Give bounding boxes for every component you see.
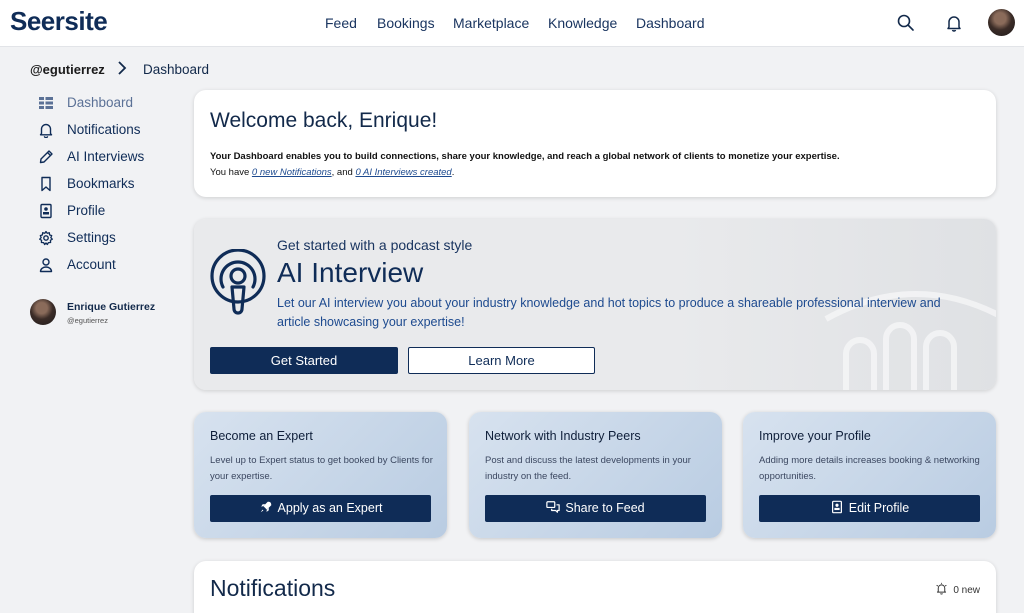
- ai-interview-card: Get started with a podcast style AI Inte…: [194, 219, 996, 390]
- sidebar-item-label: Profile: [67, 203, 106, 218]
- podcast-icon: [210, 249, 266, 315]
- bookmark-icon: [41, 176, 51, 192]
- sidebar-item-label: Bookmarks: [67, 176, 135, 191]
- sidebar-item-label: Dashboard: [67, 95, 134, 110]
- get-started-button[interactable]: Get Started: [210, 347, 398, 374]
- sidebar-item-dashboard[interactable]: Dashboard: [38, 93, 178, 113]
- notifications-link[interactable]: 0 new Notifications: [252, 167, 332, 178]
- sidebar-avatar[interactable]: [30, 299, 56, 325]
- chevron-right-icon: [118, 61, 127, 75]
- profile-card-icon: [831, 500, 842, 514]
- edit-profile-button[interactable]: Edit Profile: [759, 495, 980, 522]
- sidebar-item-label: Account: [67, 257, 116, 272]
- improve-profile-card: Improve your Profile Adding more details…: [743, 412, 996, 538]
- card-text: Adding more details increases booking & …: [759, 455, 980, 482]
- gear-icon: [39, 230, 53, 246]
- summary-text: , and: [331, 167, 356, 178]
- rocket-icon: [260, 501, 271, 513]
- notifications-count-label: 0 new: [953, 585, 980, 596]
- podcast-description: Let our AI interview you about your indu…: [277, 296, 941, 329]
- nav-bookings[interactable]: Bookings: [377, 15, 435, 31]
- card-text: Level up to Expert status to get booked …: [210, 455, 433, 482]
- summary-text: You have: [210, 167, 252, 178]
- avatar[interactable]: [988, 9, 1015, 36]
- breadcrumb-user[interactable]: @egutierrez: [30, 62, 105, 77]
- summary-text: .: [451, 167, 455, 178]
- nav-dashboard[interactable]: Dashboard: [636, 15, 705, 31]
- podcast-kicker: Get started with a podcast style: [277, 237, 473, 253]
- network-peers-card: Network with Industry Peers Post and dis…: [469, 412, 722, 538]
- podcast-title: AI Interview: [277, 257, 424, 288]
- notifications-card: Notifications 0 new: [194, 561, 996, 613]
- nav-knowledge[interactable]: Knowledge: [548, 15, 617, 31]
- bell-icon: [39, 123, 53, 138]
- sidebar-item-label: AI Interviews: [67, 149, 145, 164]
- button-label: Share to Feed: [565, 501, 645, 515]
- welcome-description: Your Dashboard enables you to build conn…: [210, 151, 840, 162]
- apply-expert-button[interactable]: Apply as an Expert: [210, 495, 431, 522]
- sidebar-item-bookmarks[interactable]: Bookmarks: [38, 174, 178, 194]
- notifications-count: 0 new: [935, 582, 980, 596]
- sidebar-item-label: Notifications: [67, 122, 141, 137]
- logo[interactable]: Seersite: [10, 6, 108, 37]
- search-icon[interactable]: [896, 13, 916, 33]
- bell-ring-icon: [936, 582, 947, 595]
- become-expert-card: Become an Expert Level up to Expert stat…: [194, 412, 447, 538]
- share-to-feed-button[interactable]: Share to Feed: [485, 495, 706, 522]
- sidebar-item-account[interactable]: Account: [38, 255, 178, 275]
- user-icon: [39, 258, 53, 273]
- card-text: Post and discuss the latest developments…: [485, 455, 691, 482]
- sidebar-item-profile[interactable]: Profile: [38, 201, 178, 221]
- nav-marketplace[interactable]: Marketplace: [453, 15, 529, 31]
- sidebar-user-handle: @egutierrez: [67, 316, 108, 325]
- sidebar-user-name[interactable]: Enrique Gutierrez: [67, 301, 155, 313]
- bell-icon[interactable]: [944, 13, 964, 33]
- button-label: Apply as an Expert: [277, 501, 383, 515]
- card-title: Network with Industry Peers: [485, 429, 641, 443]
- card-title: Improve your Profile: [759, 429, 871, 443]
- breadcrumb-page: Dashboard: [143, 62, 210, 77]
- sidebar-item-notifications[interactable]: Notifications: [38, 120, 178, 140]
- sidebar-item-ai-interviews[interactable]: AI Interviews: [38, 147, 178, 167]
- dashboard-icon: [39, 97, 53, 109]
- welcome-summary: You have 0 new Notifications, and 0 AI I…: [210, 167, 454, 178]
- notifications-title: Notifications: [210, 575, 336, 601]
- welcome-card: Welcome back, Enrique! Your Dashboard en…: [194, 90, 996, 197]
- sidebar-item-label: Settings: [67, 230, 116, 245]
- profile-card-icon: [40, 203, 52, 219]
- pen-icon: [39, 150, 53, 164]
- sidebar-item-settings[interactable]: Settings: [38, 228, 178, 248]
- ai-interviews-link[interactable]: 0 AI Interviews created: [355, 167, 451, 178]
- card-title: Become an Expert: [210, 429, 313, 443]
- nav-feed[interactable]: Feed: [325, 15, 357, 31]
- top-bar: Seersite Feed Bookings Marketplace Knowl…: [0, 0, 1024, 47]
- welcome-title: Welcome back, Enrique!: [210, 109, 438, 132]
- button-label: Edit Profile: [848, 501, 910, 515]
- chat-icon: [546, 501, 561, 513]
- learn-more-button[interactable]: Learn More: [408, 347, 595, 374]
